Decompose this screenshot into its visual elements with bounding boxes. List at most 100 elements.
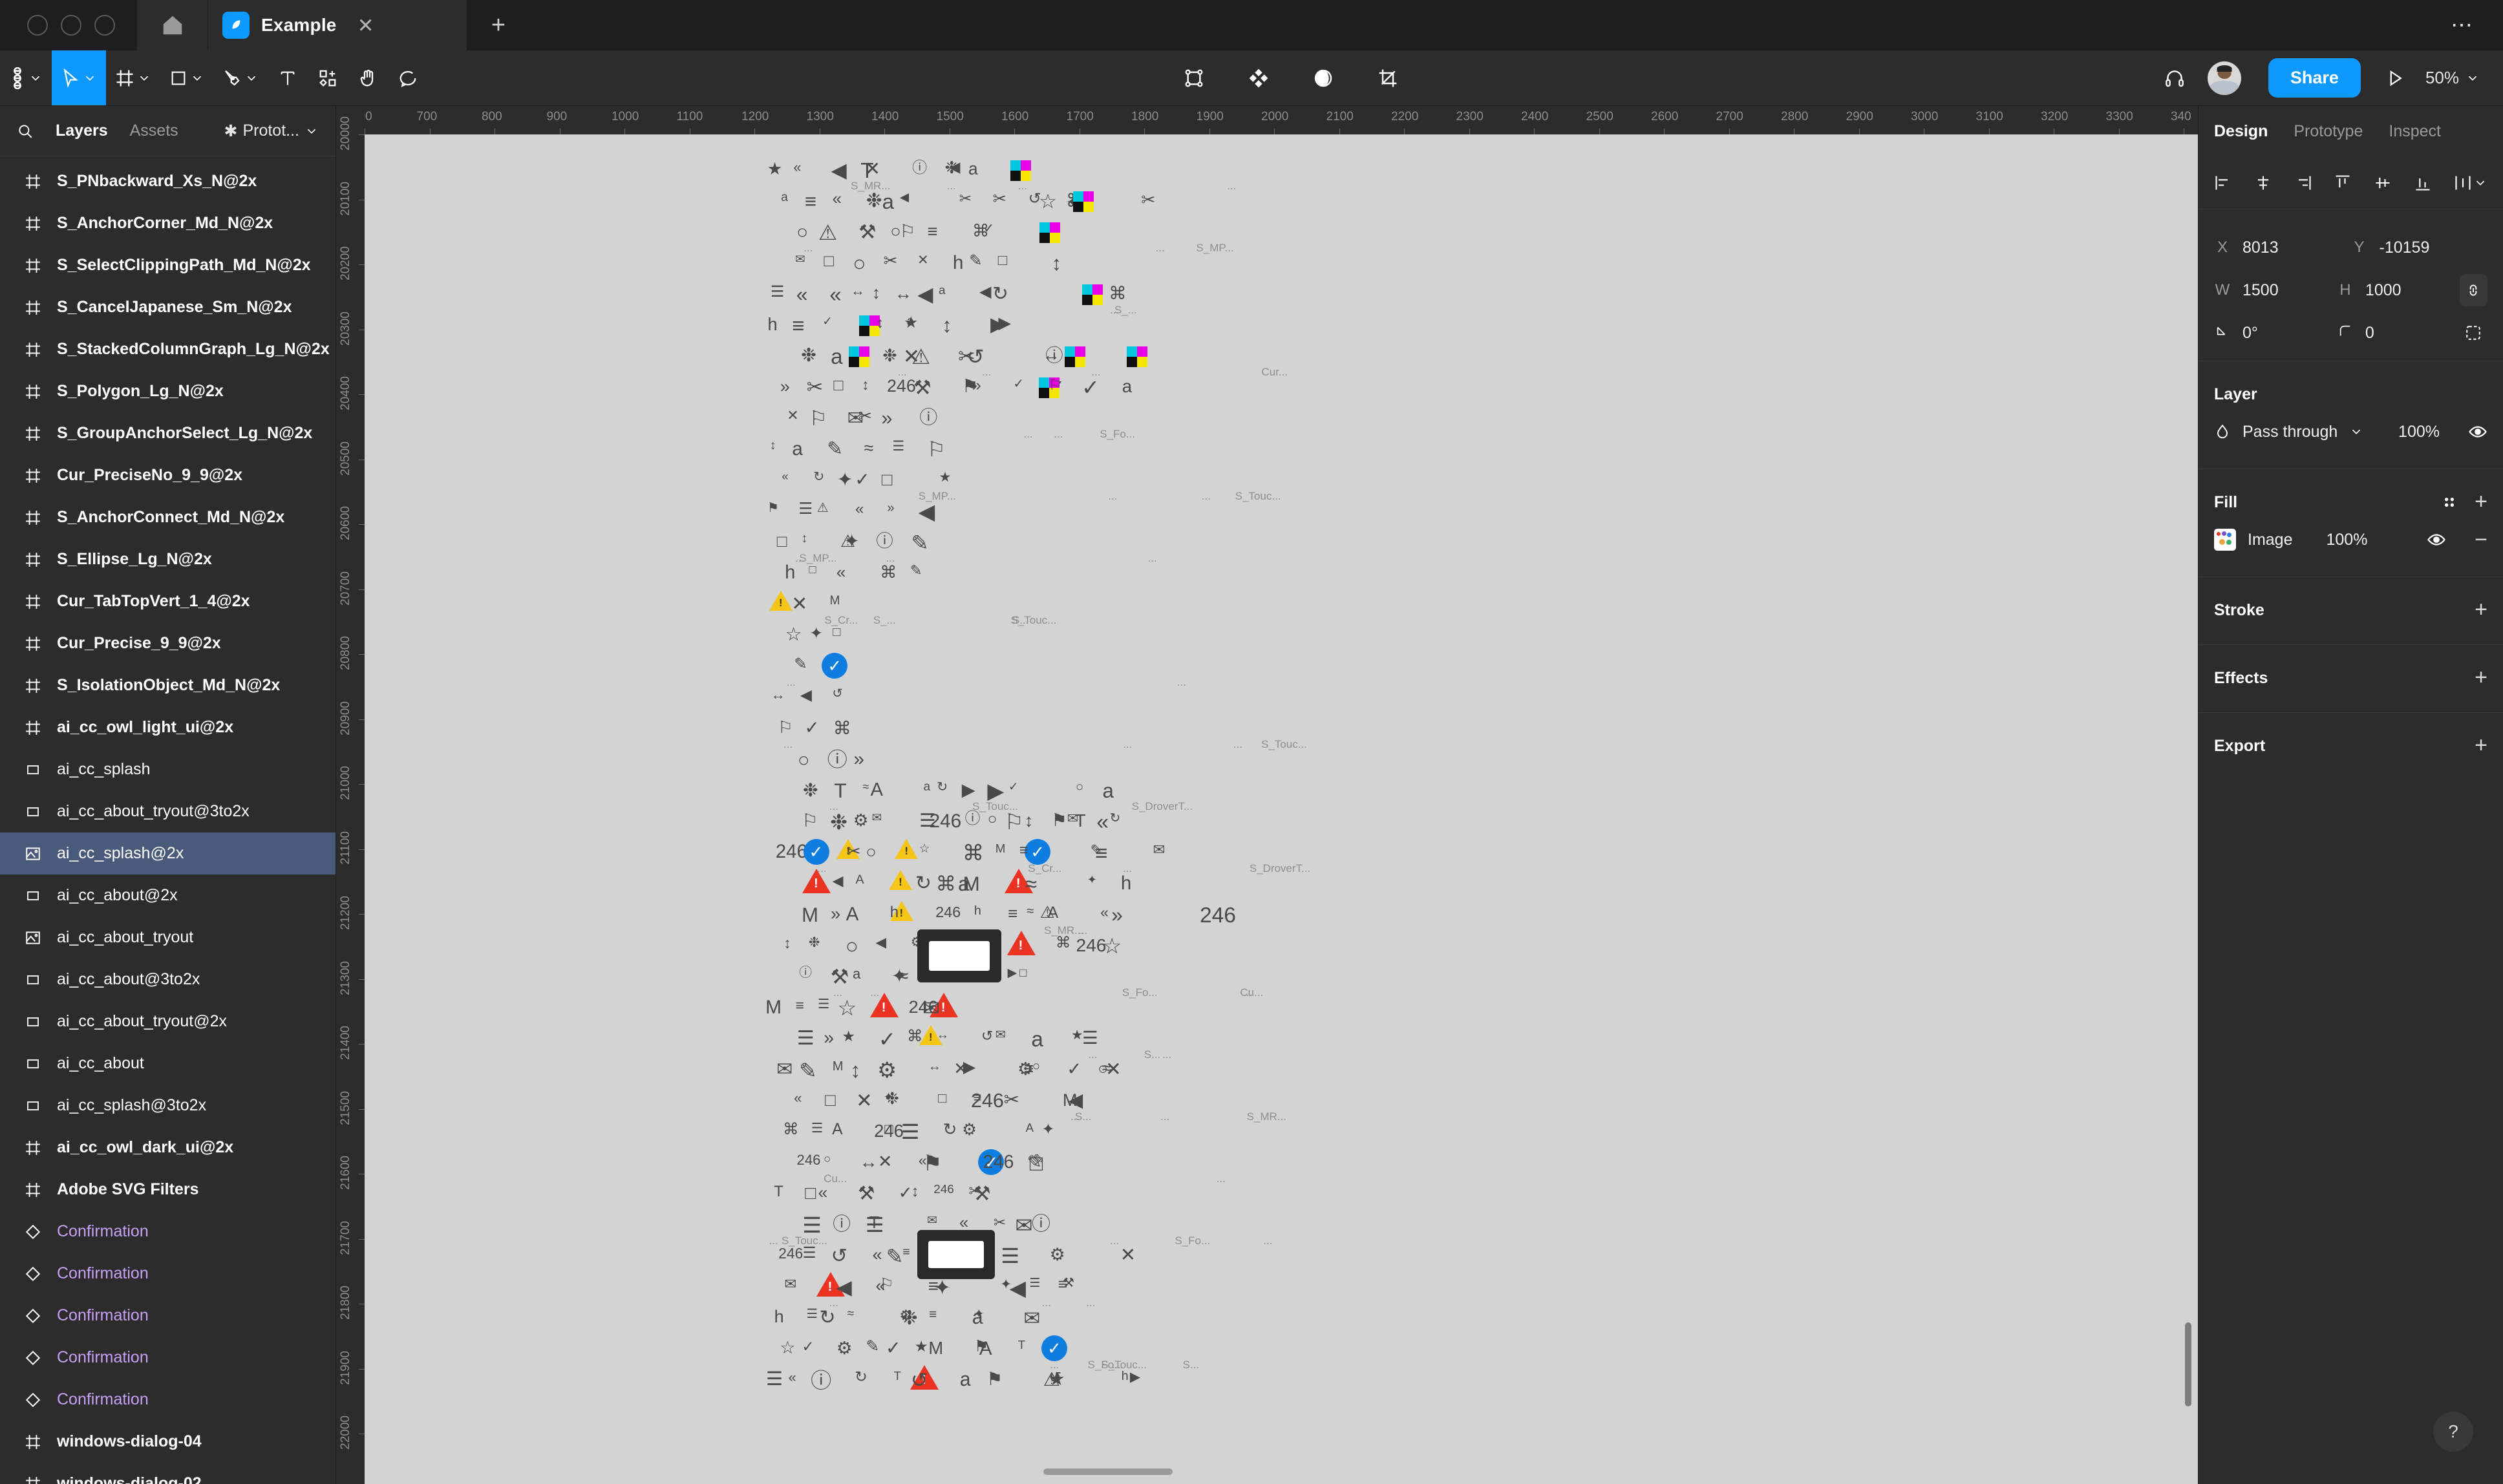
layer-row[interactable]: Adobe SVG Filters: [0, 1169, 336, 1211]
document-tab[interactable]: Example ✕: [208, 0, 467, 50]
add-stroke-button[interactable]: +: [2475, 599, 2487, 620]
frame-tool[interactable]: [106, 50, 160, 105]
minimize-window-button[interactable]: [61, 15, 81, 36]
mask-button[interactable]: [1303, 68, 1343, 89]
add-export-button[interactable]: +: [2475, 734, 2487, 756]
layer-row[interactable]: S_Polygon_Lg_N@2x: [0, 370, 336, 412]
help-button[interactable]: ?: [2433, 1412, 2473, 1452]
shape-tool[interactable]: [160, 50, 213, 105]
layer-row[interactable]: Confirmation: [0, 1337, 336, 1379]
maximize-window-button[interactable]: [94, 15, 115, 36]
layer-row[interactable]: Confirmation: [0, 1295, 336, 1337]
layer-row[interactable]: ai_cc_splash: [0, 748, 336, 790]
layer-row[interactable]: S_CancelJapanese_Sm_N@2x: [0, 286, 336, 328]
layer-row[interactable]: S_IsolationObject_Md_N@2x: [0, 664, 336, 706]
layer-row[interactable]: Cur_PreciseNo_9_9@2x: [0, 454, 336, 496]
create-component-button[interactable]: [1239, 68, 1279, 89]
layer-row[interactable]: windows-dialog-02: [0, 1463, 336, 1484]
add-effect-button[interactable]: +: [2475, 666, 2487, 688]
remove-fill-button[interactable]: −: [2475, 529, 2487, 551]
eye-icon[interactable]: [2427, 530, 2446, 549]
constrain-proportions-button[interactable]: [2459, 274, 2487, 306]
layer-row[interactable]: S_PNbackward_Xs_N@2x: [0, 160, 336, 202]
window-controls[interactable]: [0, 0, 137, 50]
chevron-down-icon[interactable]: [2473, 176, 2487, 190]
close-window-button[interactable]: [27, 15, 48, 36]
layer-row[interactable]: ai_cc_about_tryout: [0, 917, 336, 959]
text-tool[interactable]: [268, 50, 308, 105]
chevron-down-icon[interactable]: [2349, 425, 2363, 439]
present-button[interactable]: [2375, 69, 2415, 88]
layer-opacity-value[interactable]: 100%: [2398, 423, 2440, 441]
add-fill-button[interactable]: +: [2475, 491, 2487, 513]
canvas-area[interactable]: ★«◀T✕ⓘ◀a❉......S_MR......a≡«❉a◀✂✂↺☆⌘✦✂○⚠…: [336, 106, 2198, 1484]
layer-row[interactable]: S_Ellipse_Lg_N@2x: [0, 538, 336, 580]
share-button[interactable]: Share: [2268, 58, 2361, 98]
more-options-button[interactable]: ⋯: [2451, 0, 2503, 50]
layer-row[interactable]: ai_cc_about_tryout@2x: [0, 1001, 336, 1043]
image-thumbnail-swatch[interactable]: [2214, 529, 2236, 551]
layer-row[interactable]: Confirmation: [0, 1379, 336, 1421]
avatar[interactable]: [2207, 61, 2241, 95]
search-icon[interactable]: [17, 123, 34, 140]
zoom-control[interactable]: 50%: [2425, 68, 2480, 88]
independent-corners-button[interactable]: [2460, 317, 2487, 349]
layer-row[interactable]: Cur_Precise_9_9@2x: [0, 622, 336, 664]
layer-row[interactable]: ai_cc_owl_light_ui@2x: [0, 706, 336, 748]
styles-icon[interactable]: [2441, 494, 2458, 511]
layer-row[interactable]: Confirmation: [0, 1211, 336, 1253]
prototype-selector[interactable]: ✱ Protot...: [224, 122, 319, 141]
selection-bounds-button[interactable]: [1174, 68, 1214, 89]
y-field[interactable]: Y -10159: [2351, 238, 2488, 257]
align-horizontal-center-icon[interactable]: [2254, 174, 2272, 192]
layer-row[interactable]: ai_cc_splash@3to2x: [0, 1085, 336, 1127]
icon-sheet-artwork[interactable]: ★«◀T✕ⓘ◀a❉......S_MR......a≡«❉a◀✂✂↺☆⌘✦✂○⚠…: [365, 134, 2198, 1484]
align-right-icon[interactable]: [2294, 174, 2312, 192]
layer-row[interactable]: Cur_TabTopVert_1_4@2x: [0, 580, 336, 622]
layer-row[interactable]: ai_cc_owl_dark_ui@2x: [0, 1127, 336, 1169]
layer-row[interactable]: windows-dialog-04: [0, 1421, 336, 1463]
fill-item-row[interactable]: Image 100% −: [2214, 520, 2487, 560]
fill-opacity-value[interactable]: 100%: [2326, 531, 2367, 549]
layer-row[interactable]: ai_cc_splash@2x: [0, 832, 336, 874]
layer-row[interactable]: ai_cc_about_tryout@3to2x: [0, 790, 336, 832]
vertical-scrollbar[interactable]: [2185, 1322, 2191, 1406]
resources-tool[interactable]: [308, 50, 348, 105]
height-field[interactable]: H 1000: [2337, 281, 2460, 300]
eye-icon[interactable]: [2468, 422, 2487, 441]
close-icon[interactable]: ✕: [357, 16, 374, 36]
layers-list[interactable]: S_PNbackward_Xs_N@2x S_AnchorCorner_Md_N@…: [0, 156, 336, 1484]
corner-radius-field[interactable]: 0: [2337, 324, 2460, 343]
layer-row[interactable]: Confirmation: [0, 1253, 336, 1295]
distribute-icon[interactable]: [2454, 174, 2472, 192]
layer-row[interactable]: S_AnchorCorner_Md_N@2x: [0, 202, 336, 244]
pen-tool[interactable]: [213, 50, 268, 105]
layer-row[interactable]: S_GroupAnchorSelect_Lg_N@2x: [0, 412, 336, 454]
blend-mode-row[interactable]: Pass through 100%: [2214, 412, 2487, 452]
crop-button[interactable]: [1368, 68, 1408, 89]
align-vertical-center-icon[interactable]: [2374, 174, 2392, 192]
tab-design[interactable]: Design: [2214, 122, 2268, 141]
layer-row[interactable]: S_AnchorConnect_Md_N@2x: [0, 496, 336, 538]
width-field[interactable]: W 1500: [2214, 281, 2337, 300]
rotation-field[interactable]: 0°: [2214, 324, 2337, 343]
new-tab-button[interactable]: +: [467, 0, 530, 50]
tab-layers[interactable]: Layers: [56, 122, 108, 140]
home-button[interactable]: [137, 0, 208, 50]
layer-row[interactable]: ai_cc_about@3to2x: [0, 959, 336, 1001]
align-left-icon[interactable]: [2214, 174, 2232, 192]
layer-row[interactable]: ai_cc_about@2x: [0, 874, 336, 917]
move-tool[interactable]: [52, 50, 106, 105]
audio-call-button[interactable]: [2155, 68, 2195, 89]
figma-menu-button[interactable]: [0, 50, 52, 105]
layer-row[interactable]: S_StackedColumnGraph_Lg_N@2x: [0, 328, 336, 370]
hand-tool[interactable]: [348, 50, 388, 105]
x-field[interactable]: X 8013: [2214, 238, 2351, 257]
tab-inspect[interactable]: Inspect: [2389, 122, 2441, 141]
comment-tool[interactable]: [388, 50, 428, 105]
horizontal-scrollbar[interactable]: [1043, 1468, 1173, 1475]
layer-row[interactable]: ai_cc_about: [0, 1043, 336, 1085]
tab-assets[interactable]: Assets: [130, 122, 178, 140]
layer-row[interactable]: S_SelectClippingPath_Md_N@2x: [0, 244, 336, 286]
align-bottom-icon[interactable]: [2414, 174, 2432, 192]
